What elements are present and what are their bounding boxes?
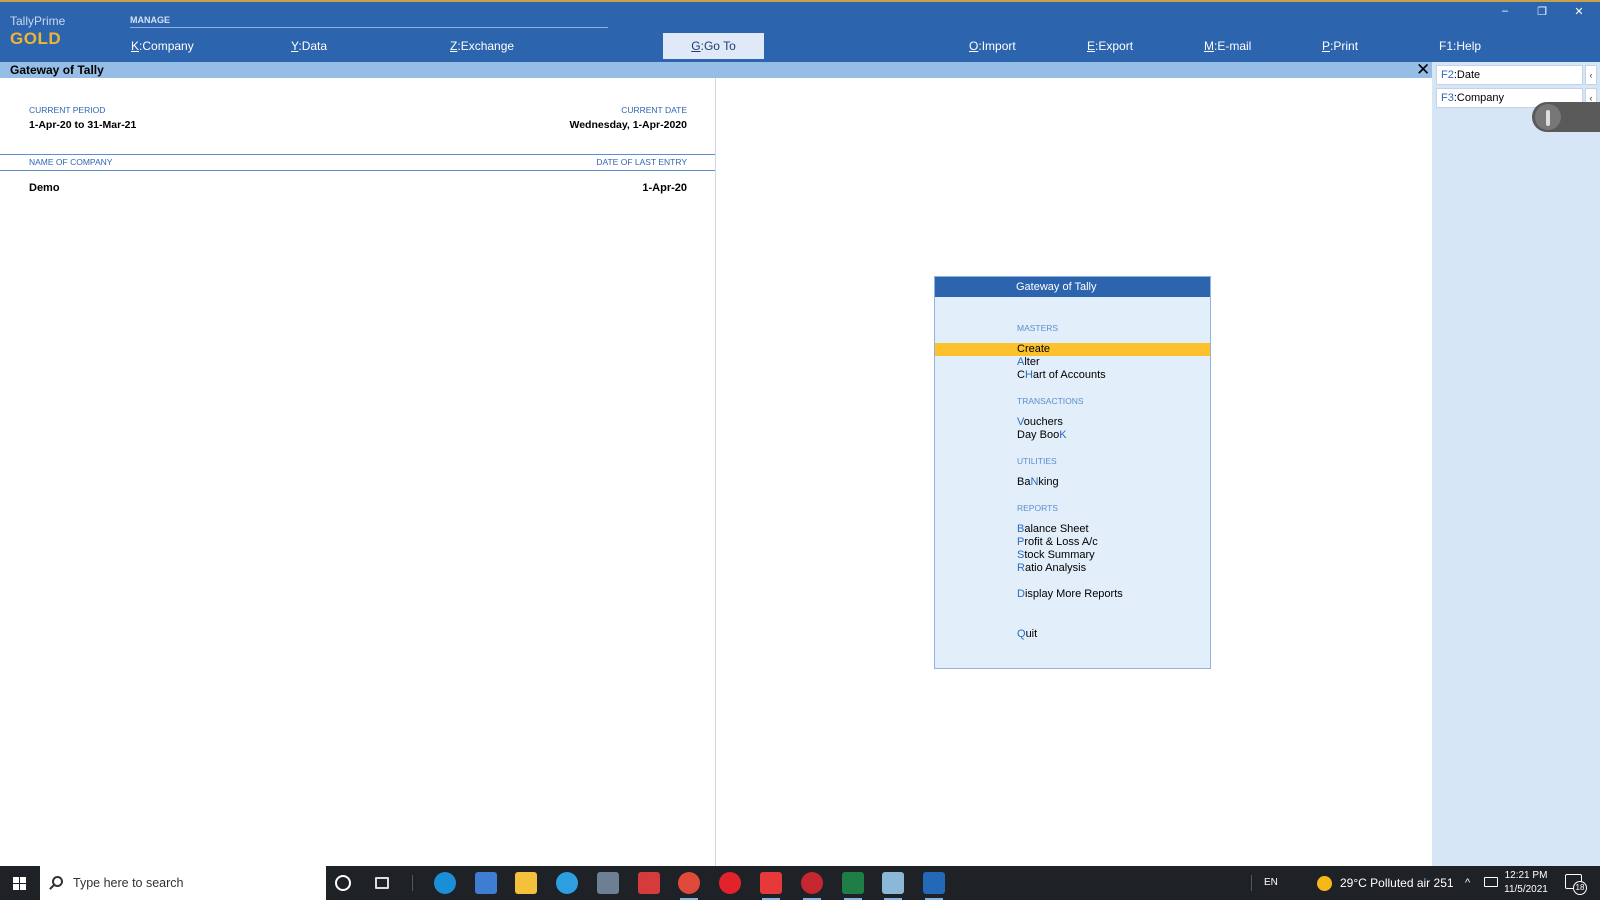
current-period-caption: CURRENT PERIOD [29,105,106,115]
manage-label: MANAGE [130,15,170,25]
manage-divider [130,27,608,28]
section-transactions: TRANSACTIONS [1017,396,1084,406]
menu-item-display-more-reports[interactable]: Display More Reports [935,588,1210,601]
taskbar-separator [1251,875,1252,891]
weather-sun-icon[interactable] [1317,876,1332,891]
menu-item-stock-summary[interactable]: Stock Summary [935,549,1210,562]
toggle-icon[interactable] [1532,102,1600,132]
taskbar-search-box[interactable]: Type here to search [40,866,326,900]
menu-item-banking[interactable]: BaNking [935,476,1210,489]
notification-icon[interactable]: 18 [1565,874,1587,895]
menu-item-balance-sheet[interactable]: Balance Sheet [935,523,1210,536]
chevron-left-icon[interactable]: ‹ [1585,65,1597,85]
file-explorer-icon[interactable] [515,872,537,894]
company-info-pane: CURRENT PERIOD 1-Apr-20 to 31-Mar-21 CUR… [0,78,716,866]
minimize-icon[interactable]: – [1495,5,1515,17]
app-name: TallyPrime [10,14,66,28]
search-icon [52,876,63,887]
gateway-menu: Gateway of Tally MASTERS Create Alter CH… [934,276,1211,669]
taskbar-separator [412,875,413,891]
menu-item-chart-of-accounts[interactable]: CHart of Accounts [935,369,1210,382]
right-button-panel: F2:Date ‹ F3:Company ‹ [1432,62,1600,866]
menu-item-ratio-analysis[interactable]: Ratio Analysis [935,562,1210,575]
search-placeholder: Type here to search [73,876,184,890]
language-indicator[interactable]: EN [1264,866,1278,900]
current-period-value[interactable]: 1-Apr-20 to 31-Mar-21 [29,119,136,131]
divider [0,170,715,171]
clock-time: 12:21 PM [1504,870,1548,881]
company-name-caption: NAME OF COMPANY [29,157,113,167]
current-date-value[interactable]: Wednesday, 1-Apr-2020 [570,119,688,131]
menu-item-alter[interactable]: Alter [935,356,1210,369]
system-clock[interactable]: 12:21 PM 11/5/2021 [1498,869,1554,897]
task-view-icon[interactable] [375,877,389,889]
excel-icon[interactable] [842,872,864,900]
screen-title: Gateway of Tally [10,63,104,77]
start-button[interactable] [0,866,40,900]
data-button[interactable]: Y:Data [291,33,327,59]
section-utilities: UTILITIES [1017,456,1057,466]
menu-item-quit[interactable]: Quit [935,628,1210,641]
exchange-button[interactable]: Z:Exchange [450,33,514,59]
menu-item-profit-loss[interactable]: Profit & Loss A/c [935,536,1210,549]
email-button[interactable]: M:E-mail [1204,33,1251,59]
window-close-icon[interactable]: ✕ [1569,5,1589,18]
menu-item-create[interactable]: Create [935,343,1210,356]
gateway-menu-title: Gateway of Tally [935,277,1210,297]
windows-taskbar: Type here to search EN 29°C Polluted air… [0,866,1600,900]
last-entry-date: 1-Apr-20 [642,182,687,194]
app-red-icon[interactable] [801,872,823,900]
notification-count: 18 [1573,881,1587,895]
close-screen-icon[interactable]: ✕ [1416,61,1430,78]
top-toolbar: TallyPrime GOLD MANAGE K:Company Y:Data … [0,0,1600,62]
edge-icon[interactable] [434,872,456,894]
section-masters: MASTERS [1017,323,1059,333]
cortana-icon[interactable] [335,875,351,891]
toggle-knob [1535,104,1561,130]
menu-item-day-book[interactable]: Day BooK [935,429,1210,442]
anydesk-icon[interactable] [760,872,782,900]
help-button[interactable]: F1:Help [1439,33,1481,59]
divider [0,154,715,155]
weather-text[interactable]: 29°C Polluted air 251 [1340,866,1454,900]
goto-button[interactable]: G:Go To [663,33,764,59]
date-button[interactable]: F2:Date [1436,65,1583,85]
calculator-icon[interactable] [597,872,619,894]
notes-icon[interactable] [882,872,904,900]
internet-explorer-icon[interactable] [556,872,578,894]
network-icon[interactable] [1484,877,1498,887]
screen-title-bar: Gateway of Tally [0,62,1432,78]
app-logo: TallyPrime GOLD [10,14,65,49]
mail-icon[interactable] [638,872,660,894]
app-edition: GOLD [10,29,62,48]
chevron-up-icon[interactable]: ^ [1465,866,1470,900]
menu-item-vouchers[interactable]: Vouchers [935,416,1210,429]
restore-icon[interactable]: ❐ [1532,5,1552,18]
chrome-icon[interactable] [678,872,700,900]
print-button[interactable]: P:Print [1322,33,1358,59]
clock-date: 11/5/2021 [1504,884,1548,895]
windows-logo-icon [13,877,27,890]
current-date-caption: CURRENT DATE [621,105,687,115]
opera-icon[interactable] [719,872,741,894]
section-reports: REPORTS [1017,503,1058,513]
tally-icon[interactable] [923,872,945,900]
store-icon[interactable] [475,872,497,894]
last-entry-caption: DATE OF LAST ENTRY [596,157,687,167]
import-button[interactable]: O:Import [969,33,1016,59]
company-button[interactable]: K:Company [131,33,194,59]
export-button[interactable]: E:Export [1087,33,1133,59]
company-name[interactable]: Demo [29,182,60,194]
